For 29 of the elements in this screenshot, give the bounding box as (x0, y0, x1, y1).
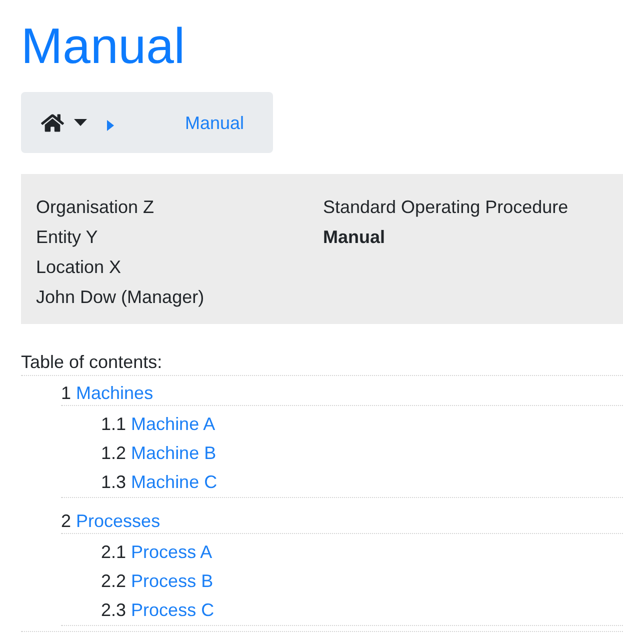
section-number: 1.3 (101, 472, 126, 492)
info-text: Organisation Z (36, 196, 154, 219)
subsection-link[interactable]: Process C (131, 600, 214, 620)
subsection-link[interactable]: Machine B (131, 443, 216, 463)
breadcrumb-link[interactable]: Manual (185, 110, 244, 134)
toc-heading: Table of contents: (21, 352, 162, 372)
section-number: 1.1 (101, 414, 126, 434)
subsection-link[interactable]: Process A (131, 542, 212, 562)
subsection-link[interactable]: Process B (131, 571, 214, 591)
subsection-link[interactable]: Machine C (131, 472, 218, 492)
section-number: 2.1 (101, 542, 126, 562)
info-text: Location X (36, 256, 122, 279)
caret-down-icon (74, 119, 87, 126)
section-number: 1 (61, 383, 72, 403)
document-title: Manual (323, 226, 386, 249)
section-number: 2.3 (101, 600, 126, 620)
caret-right-icon (107, 120, 114, 131)
home-icon (41, 112, 64, 132)
section-number: 1.2 (101, 443, 126, 463)
section-link[interactable]: Machines (76, 383, 154, 403)
info-text: John Dow (Manager) (36, 286, 204, 309)
page-title: Manual (21, 17, 185, 75)
document-type: Standard Operating Procedure (323, 196, 568, 219)
subsection-link[interactable]: Machine A (131, 414, 216, 434)
home-dropdown-button[interactable] (41, 112, 87, 132)
info-text: Entity Y (36, 226, 98, 249)
section-link[interactable]: Processes (76, 511, 160, 531)
section-number: 2.2 (101, 571, 126, 591)
section-number: 2 (61, 511, 72, 531)
